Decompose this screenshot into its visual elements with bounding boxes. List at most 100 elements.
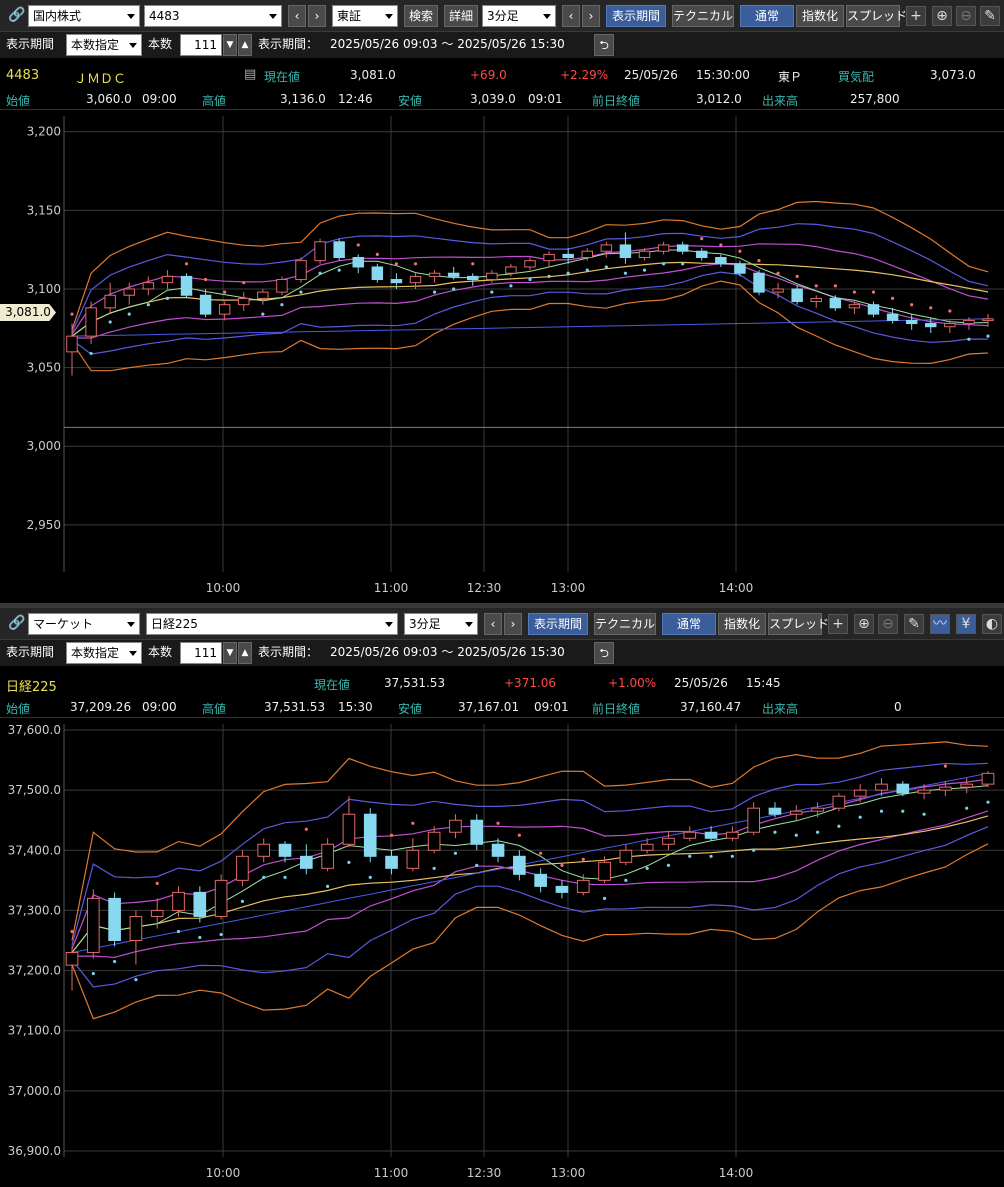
sar-dot-down: [70, 312, 74, 316]
trend-icon[interactable]: 〰: [930, 614, 950, 634]
zoom-in-icon[interactable]: ⊕: [854, 614, 874, 634]
sar-dot-up: [318, 271, 322, 275]
candle-body: [428, 272, 441, 277]
moving-average-short: [71, 785, 989, 953]
crosshair-icon[interactable]: +: [828, 614, 848, 634]
zoom-out-icon[interactable]: ⊖: [956, 6, 976, 26]
period-mode-select[interactable]: 本数指定: [66, 642, 142, 664]
normal-button[interactable]: 通常: [740, 5, 794, 27]
interval-prev-button[interactable]: ‹: [562, 5, 580, 27]
crosshair-icon[interactable]: +: [906, 6, 926, 26]
detail-button[interactable]: 詳細: [444, 5, 478, 27]
sar-dot-up: [198, 935, 202, 940]
market-select[interactable]: 国内株式: [28, 5, 140, 27]
sar-dot-down: [948, 309, 952, 313]
sar-dot-down: [155, 881, 159, 885]
reset-icon[interactable]: ⮌: [594, 642, 614, 664]
quote-time: 15:45: [746, 676, 781, 690]
sar-dot-up: [858, 815, 862, 819]
news-icon[interactable]: ▤: [244, 67, 256, 82]
candle-body: [555, 885, 569, 893]
sar-dot-up: [280, 303, 284, 307]
count-up-button[interactable]: ▲: [238, 34, 252, 56]
candle-body: [257, 843, 271, 857]
sar-dot-up: [773, 830, 777, 834]
panel2-toolbar: 🔗 マーケット 日経225 3分足 ‹ › 表示期間 テクニカル 通常 指数化 …: [0, 608, 1004, 640]
sar-dot-down: [223, 290, 227, 294]
candle-body: [238, 297, 250, 306]
high-time: 15:30: [338, 700, 373, 714]
spread-button[interactable]: スプレッド: [768, 613, 829, 635]
market-select[interactable]: マーケット: [28, 613, 140, 635]
exchange-select-value: 東証: [337, 9, 362, 23]
sar-dot-down: [700, 237, 704, 241]
interval-next-button[interactable]: ›: [582, 5, 600, 27]
range-label: 表示期間：: [258, 645, 319, 659]
open-label: 始値: [6, 94, 31, 108]
interval-select[interactable]: 3分足: [482, 5, 556, 27]
candle-body: [848, 304, 861, 309]
sar-dot-up: [261, 312, 265, 316]
candle-body: [581, 250, 593, 259]
sar-dot-up: [432, 290, 437, 294]
sar-dot-up: [709, 854, 713, 858]
period-mode-select[interactable]: 本数指定: [66, 34, 142, 56]
count-input[interactable]: 111: [180, 34, 222, 56]
prev-close-label: 前日終値: [592, 702, 641, 716]
index-price-chart[interactable]: 10:00 11:00 12:30 13:00 14:00 37,600.0 37,500.…: [0, 720, 1004, 1187]
candle-body: [981, 772, 995, 785]
candle-body: [161, 275, 174, 284]
count-up-button[interactable]: ▲: [238, 642, 252, 664]
count-down-button[interactable]: ▼: [223, 642, 237, 664]
count-down-button[interactable]: ▼: [223, 34, 237, 56]
code-select[interactable]: 日経225: [146, 613, 398, 635]
y-tick-label: 3,000: [27, 439, 61, 453]
link-icon[interactable]: 🔗: [8, 615, 25, 631]
yen-icon[interactable]: ¥: [956, 614, 976, 634]
normal-button[interactable]: 通常: [662, 613, 716, 635]
candle-body: [753, 272, 765, 293]
interval-select[interactable]: 3分足: [404, 613, 478, 635]
quote-date: 25/05/26: [624, 68, 678, 82]
low-label: 安値: [398, 702, 423, 716]
sar-dot-up: [965, 806, 969, 810]
sar-dot-up: [134, 977, 138, 982]
x-tick-label: 14:00: [719, 581, 754, 595]
exchange-select[interactable]: 東証: [332, 5, 398, 27]
technical-button[interactable]: テクニカル: [594, 613, 656, 635]
count-input[interactable]: 111: [180, 642, 222, 664]
count-label: 本数: [148, 645, 173, 659]
reset-icon[interactable]: ⮌: [594, 34, 614, 56]
zoom-out-icon[interactable]: ⊖: [878, 614, 898, 634]
stock-price-chart[interactable]: 10:00 11:00 12:30 13:00 14:00 3,200 3,150 3,100…: [0, 112, 1004, 602]
search-button[interactable]: 検索: [404, 5, 438, 27]
interval-next-button[interactable]: ›: [504, 613, 522, 635]
sar-dot-down: [375, 252, 379, 256]
zoom-in-icon[interactable]: ⊕: [932, 6, 952, 26]
index-button[interactable]: 指数化: [718, 613, 766, 635]
interval-prev-button[interactable]: ‹: [484, 613, 502, 635]
sar-dot-up: [432, 866, 436, 870]
candle-body: [576, 879, 590, 893]
sar-dot-up: [326, 884, 330, 888]
sar-dot-up: [347, 860, 351, 864]
more-icon[interactable]: ◐: [982, 614, 1002, 634]
candle-body: [939, 786, 952, 791]
period-button[interactable]: 表示期間: [606, 5, 666, 27]
prev-button[interactable]: ‹: [288, 5, 306, 27]
sar-dot-up: [986, 334, 990, 338]
index-button[interactable]: 指数化: [796, 5, 844, 27]
technical-button[interactable]: テクニカル: [672, 5, 734, 27]
sar-dot-up: [986, 800, 990, 804]
code-select[interactable]: 4483: [144, 5, 282, 27]
panel1-quote: 4483 ＪＭＤＣ ▤ 現在値 3,081.0 +69.0 +2.29% 25/…: [0, 62, 1004, 110]
period-button[interactable]: 表示期間: [528, 613, 588, 635]
chevron-down-icon: [543, 14, 551, 19]
market-select-value: マーケット: [33, 617, 94, 631]
pencil-icon[interactable]: ✎: [980, 6, 1000, 26]
link-icon[interactable]: 🔗: [8, 7, 25, 23]
volume: 0: [894, 700, 902, 714]
spread-button[interactable]: スプレッド: [846, 5, 907, 27]
next-button[interactable]: ›: [308, 5, 326, 27]
pencil-icon[interactable]: ✎: [904, 614, 924, 634]
